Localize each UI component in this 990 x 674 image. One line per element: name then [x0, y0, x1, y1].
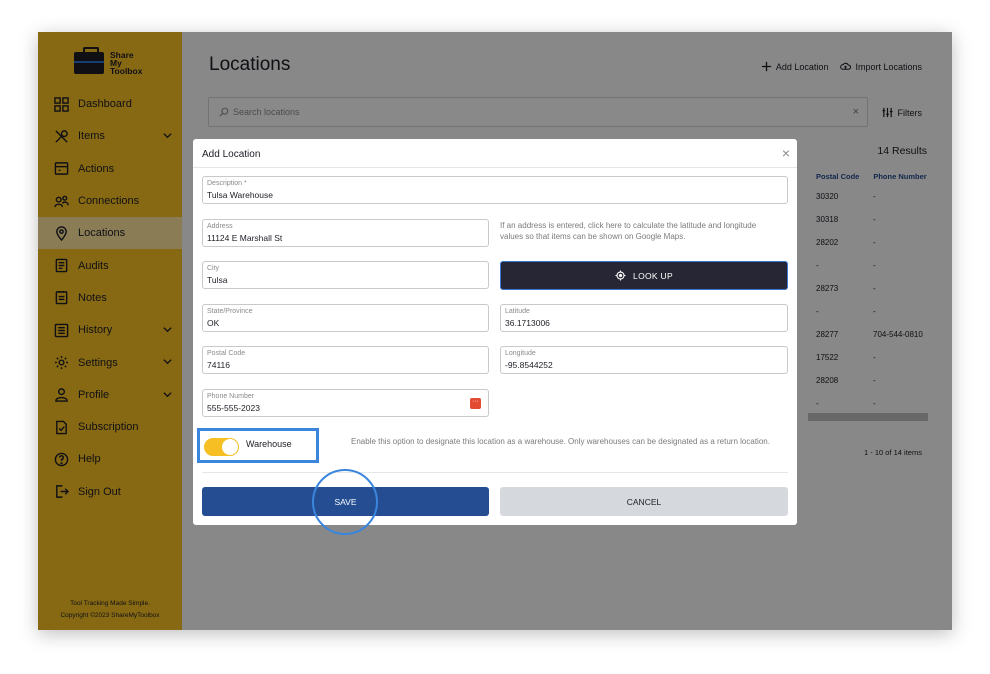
phone-number-label: Phone Number — [207, 393, 255, 400]
warehouse-description: Enable this option to designate this loc… — [351, 437, 770, 446]
cancel-button[interactable]: CANCEL — [500, 487, 788, 516]
phone-number-input[interactable]: 555-555-2023 — [207, 402, 484, 414]
toggle-knob — [222, 439, 238, 455]
phone-number-field[interactable]: Phone Number 555-555-2023 ··· — [202, 389, 489, 417]
description-label: Description * — [207, 180, 247, 187]
city-label: City — [207, 265, 220, 272]
description-field[interactable]: Description * Tulsa Warehouse — [202, 176, 788, 204]
app-window: Share My Toolbox Dashboard Items Actions — [38, 32, 952, 630]
lookup-label: LOOK UP — [633, 270, 673, 281]
longitude-field[interactable]: Longitude -95.8544252 — [500, 346, 788, 374]
longitude-input[interactable]: -95.8544252 — [505, 359, 783, 371]
latitude-label: Latitude — [505, 308, 530, 315]
dialog-divider — [193, 167, 797, 168]
postal-code-input[interactable]: 74116 — [207, 359, 484, 371]
state-label: State/Province — [207, 308, 253, 315]
dialog-footer-divider — [202, 472, 788, 473]
city-field[interactable]: City Tulsa — [202, 261, 489, 289]
state-input[interactable]: OK — [207, 317, 484, 329]
latitude-input[interactable]: 36.1713006 — [505, 317, 783, 329]
lookup-button[interactable]: LOOK UP — [500, 261, 788, 290]
address-input[interactable]: 11124 E Marshall St — [207, 232, 484, 244]
dialog-title: Add Location — [202, 149, 261, 160]
state-field[interactable]: State/Province OK — [202, 304, 489, 332]
close-icon[interactable]: × — [782, 145, 790, 161]
address-label: Address — [207, 223, 233, 230]
warehouse-toggle[interactable] — [204, 438, 239, 456]
longitude-label: Longitude — [505, 350, 536, 357]
warehouse-toggle-highlight: Warehouse — [197, 428, 319, 463]
postal-code-label: Postal Code — [207, 350, 246, 357]
click-indicator — [312, 469, 378, 535]
address-hint: If an address is entered, click here to … — [500, 221, 757, 241]
city-input[interactable]: Tulsa — [207, 274, 484, 286]
description-input[interactable]: Tulsa Warehouse — [207, 189, 783, 201]
contact-card-icon[interactable]: ··· — [470, 398, 481, 409]
crosshair-icon — [615, 270, 626, 281]
latitude-field[interactable]: Latitude 36.1713006 — [500, 304, 788, 332]
address-field[interactable]: Address 11124 E Marshall St — [202, 219, 489, 247]
warehouse-label: Warehouse — [246, 439, 292, 449]
postal-code-field[interactable]: Postal Code 74116 — [202, 346, 489, 374]
add-location-dialog: Add Location × Description * Tulsa Wareh… — [193, 139, 797, 535]
